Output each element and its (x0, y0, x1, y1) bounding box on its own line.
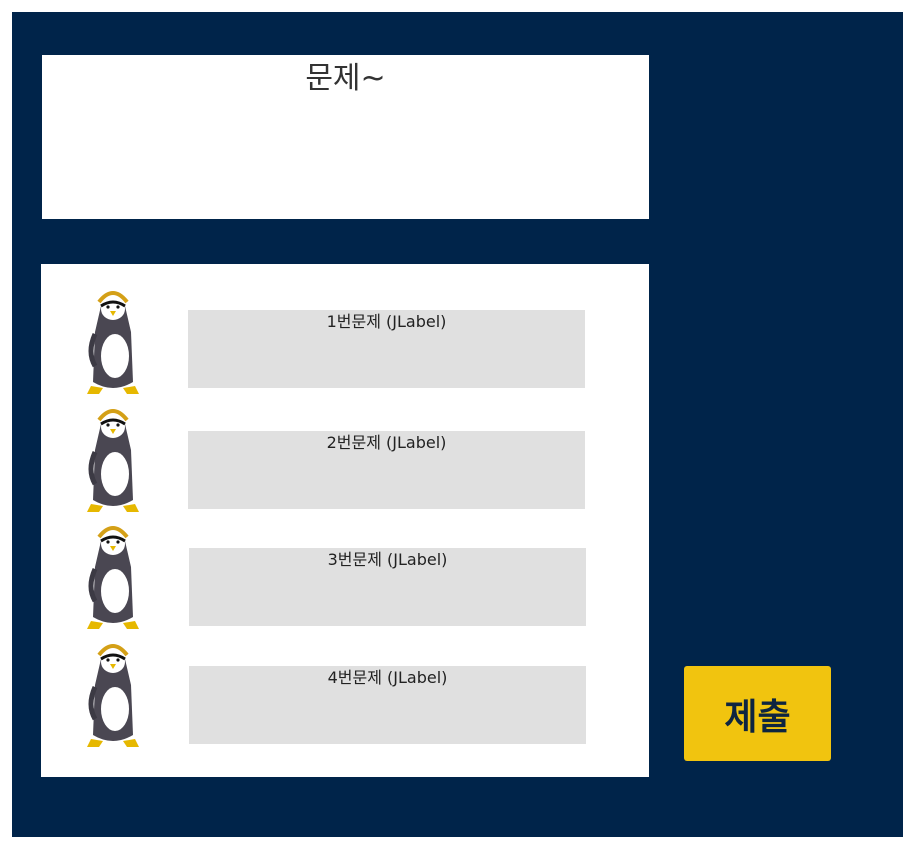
question-title: 문제~ (305, 61, 386, 96)
question-panel: 문제~ (42, 55, 649, 219)
penguin-icon[interactable] (77, 517, 149, 635)
answer-label-3: 3번문제 (JLabel) (327, 550, 448, 569)
answer-option-1[interactable]: 1번문제 (JLabel) (188, 310, 585, 388)
answer-row-4: 4번문제 (JLabel) (41, 635, 649, 755)
answer-option-2[interactable]: 2번문제 (JLabel) (188, 431, 585, 509)
answer-row-2: 2번문제 (JLabel) (41, 400, 649, 520)
answers-panel: 1번문제 (JLabel) 2번문제 (JLabel) 3번문제 (JLabel… (41, 264, 649, 777)
answer-option-3[interactable]: 3번문제 (JLabel) (189, 548, 586, 626)
main-frame: 문제~ 1번문제 (JLabel) 2번문제 (JLabel) 3번문제 (JL… (12, 12, 903, 837)
answer-label-2: 2번문제 (JLabel) (326, 433, 447, 452)
answer-row-1: 1번문제 (JLabel) (41, 282, 649, 402)
submit-button[interactable]: 제출 (684, 666, 831, 761)
answer-row-3: 3번문제 (JLabel) (41, 517, 649, 637)
answer-option-4[interactable]: 4번문제 (JLabel) (189, 666, 586, 744)
answer-label-1: 1번문제 (JLabel) (326, 312, 447, 331)
answer-label-4: 4번문제 (JLabel) (327, 668, 448, 687)
penguin-icon[interactable] (77, 282, 149, 400)
penguin-icon[interactable] (77, 400, 149, 518)
penguin-icon[interactable] (77, 635, 149, 753)
